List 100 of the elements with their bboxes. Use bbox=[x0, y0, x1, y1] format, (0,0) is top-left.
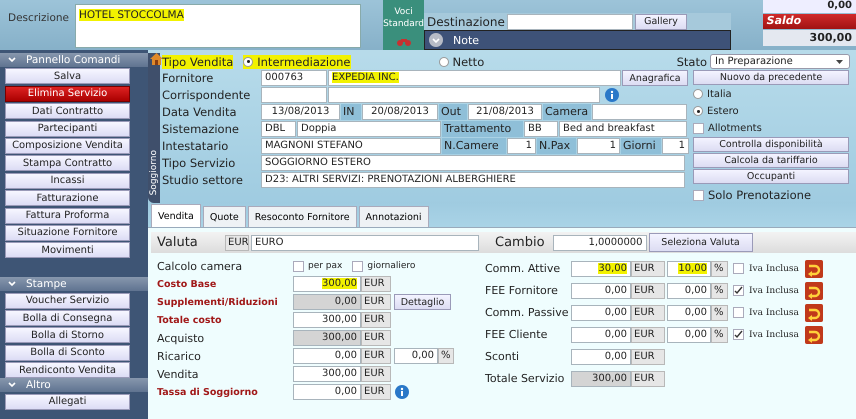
radio-option[interactable]: Italia bbox=[693, 86, 849, 102]
name-field[interactable] bbox=[328, 87, 600, 103]
sidebar-button[interactable]: Partecipanti bbox=[5, 120, 130, 137]
amount-field[interactable]: 300,00 bbox=[293, 312, 361, 328]
currency-field[interactable]: EURO bbox=[251, 234, 479, 250]
amount-field[interactable]: 30,00 bbox=[571, 260, 631, 276]
date-field[interactable]: 20/08/2013 bbox=[362, 104, 438, 120]
sidebar-button[interactable]: Bolla di Sconto bbox=[5, 344, 130, 361]
text-field[interactable]: D23: ALTRI SERVIZI: PRENOTAZIONI ALBERGHIERE bbox=[261, 172, 685, 188]
sidebar-button[interactable]: Salva bbox=[5, 68, 130, 84]
name-field[interactable]: EXPEDIA INC. bbox=[328, 70, 621, 86]
vertical-tab[interactable]: Soggiorno bbox=[148, 53, 160, 203]
section-header[interactable]: Pannello Comandi bbox=[0, 53, 148, 67]
room-field[interactable] bbox=[592, 104, 687, 120]
description-field[interactable]: HOTEL STOCCOLMA bbox=[75, 4, 362, 48]
percent-field[interactable]: 0,00 bbox=[667, 304, 711, 320]
sidebar-button[interactable]: Allegati bbox=[5, 394, 130, 410]
text-field[interactable]: Bed and breakfast bbox=[559, 121, 687, 137]
amount-field[interactable]: 300,00 bbox=[293, 366, 361, 382]
note-bar[interactable]: Note bbox=[424, 30, 731, 50]
radio-option[interactable]: Netto bbox=[438, 54, 484, 68]
currency-code: EUR bbox=[631, 326, 665, 342]
amount-field[interactable]: 300,00 bbox=[293, 330, 361, 346]
number-field[interactable]: 1 bbox=[662, 138, 689, 154]
checkbox-option[interactable]: Iva Inclusa bbox=[733, 285, 799, 296]
section-header[interactable]: Stampe bbox=[0, 277, 148, 292]
amount-field[interactable]: 0,00 bbox=[293, 294, 361, 310]
sidebar-button[interactable]: Fatturazione bbox=[5, 190, 130, 206]
standard-items-button[interactable]: Voci Standard bbox=[383, 0, 424, 50]
radio-option[interactable]: Estero bbox=[693, 103, 849, 119]
currency-code: EUR bbox=[361, 276, 391, 292]
status-dropdown[interactable]: In Preparazione bbox=[710, 54, 850, 69]
caret-icon bbox=[836, 60, 843, 64]
date-field[interactable]: 13/08/2013 bbox=[261, 104, 340, 120]
tab[interactable]: Vendita bbox=[151, 204, 201, 227]
sidebar-button[interactable]: Situazione Fornitore bbox=[5, 224, 130, 241]
exchange-rate-field[interactable]: 1,0000000 bbox=[552, 234, 647, 250]
destination-field[interactable] bbox=[507, 14, 634, 30]
amount-field[interactable]: 0,00 bbox=[571, 282, 631, 298]
percent-sign: % bbox=[711, 260, 728, 276]
sidebar-button[interactable]: Rendiconto Vendita bbox=[5, 362, 130, 378]
number-field[interactable]: 1 bbox=[577, 138, 620, 154]
code-field[interactable] bbox=[261, 87, 327, 103]
new-from-previous-button[interactable]: Nuovo da precedente bbox=[693, 70, 849, 85]
action-button[interactable]: Calcola da tariffario bbox=[693, 153, 849, 168]
currency-code: EUR bbox=[361, 312, 391, 328]
checkbox-option[interactable]: per pax bbox=[293, 260, 342, 272]
checkbox-option[interactable]: Iva Inclusa bbox=[733, 329, 799, 340]
field-label: N.Camere bbox=[442, 138, 506, 154]
amount-field[interactable]: 0,00 bbox=[571, 326, 631, 342]
percent-field[interactable]: 0,00 bbox=[667, 282, 711, 298]
number-field[interactable]: 1 bbox=[507, 138, 536, 154]
amount-field[interactable]: 0,00 bbox=[571, 348, 631, 364]
sidebar-button[interactable]: Incassi bbox=[5, 172, 130, 189]
registry-button[interactable]: Anagrafica bbox=[622, 70, 688, 86]
sidebar-button[interactable]: Fattura Proforma bbox=[5, 208, 130, 224]
info-icon[interactable] bbox=[395, 385, 409, 399]
text-field[interactable]: MAGNONI STEFANO bbox=[261, 138, 441, 154]
text-field[interactable]: Doppia bbox=[297, 121, 441, 137]
tab[interactable]: Annotazioni bbox=[358, 206, 429, 227]
action-button[interactable]: Controlla disponibilità bbox=[693, 137, 849, 152]
percent-field[interactable]: 0,00 bbox=[394, 348, 438, 364]
checkbox-option[interactable]: giornaliero bbox=[352, 260, 416, 272]
percent-field[interactable]: 0,00 bbox=[667, 326, 711, 342]
amount-field[interactable]: 0,00 bbox=[293, 384, 361, 400]
code-field[interactable]: DBL bbox=[261, 121, 296, 137]
section-header[interactable]: Altro bbox=[0, 378, 148, 392]
percent-sign: % bbox=[711, 326, 728, 342]
amount-field[interactable]: 300,00 bbox=[571, 370, 631, 386]
currency-code: EUR bbox=[631, 282, 665, 298]
sidebar-button[interactable]: Elimina Servizio bbox=[5, 86, 130, 102]
detail-button[interactable]: Dettaglio bbox=[394, 294, 451, 310]
sidebar-button[interactable]: Bolla di Storno bbox=[5, 327, 130, 344]
sidebar-button[interactable]: Dati Contratto bbox=[5, 103, 130, 120]
sidebar-button[interactable]: Movimenti bbox=[5, 242, 130, 258]
select-currency-button[interactable]: Seleziona Valuta bbox=[648, 233, 753, 252]
checkbox-option[interactable]: Allotments bbox=[693, 120, 849, 136]
tab[interactable]: Quote bbox=[202, 206, 246, 227]
code-field[interactable]: BB bbox=[524, 121, 558, 137]
info-icon[interactable] bbox=[605, 88, 619, 102]
gallery-button[interactable]: Gallery bbox=[635, 14, 688, 30]
text-field[interactable]: SOGGIORNO ESTERO bbox=[261, 155, 685, 171]
amount-field[interactable]: 300,00 bbox=[293, 276, 361, 292]
date-field[interactable]: 21/08/2013 bbox=[468, 104, 542, 120]
checkbox-option[interactable]: Iva Inclusa bbox=[733, 263, 799, 274]
amount-field[interactable]: 0,00 bbox=[293, 348, 361, 364]
field-label: Cambio bbox=[495, 235, 545, 250]
code-field[interactable]: 000763 bbox=[261, 70, 327, 86]
radio-option[interactable]: Intermediazione bbox=[243, 54, 350, 68]
checkbox-option[interactable]: Iva Inclusa bbox=[733, 307, 799, 318]
field-label: Costo Base bbox=[157, 278, 218, 290]
tab[interactable]: Resoconto Fornitore bbox=[248, 206, 357, 227]
percent-field[interactable]: 10,00 bbox=[667, 260, 711, 276]
sidebar-button[interactable]: Voucher Servizio bbox=[5, 292, 130, 309]
checkbox-option[interactable]: Solo Prenotazione bbox=[693, 188, 849, 202]
sidebar-button[interactable]: Bolla di Consegna bbox=[5, 310, 130, 326]
sidebar-button[interactable]: Stampa Contratto bbox=[5, 155, 130, 172]
sidebar-button[interactable]: Composizione Vendita bbox=[5, 138, 130, 154]
action-button[interactable]: Occupanti bbox=[693, 169, 849, 184]
amount-field[interactable]: 0,00 bbox=[571, 304, 631, 320]
